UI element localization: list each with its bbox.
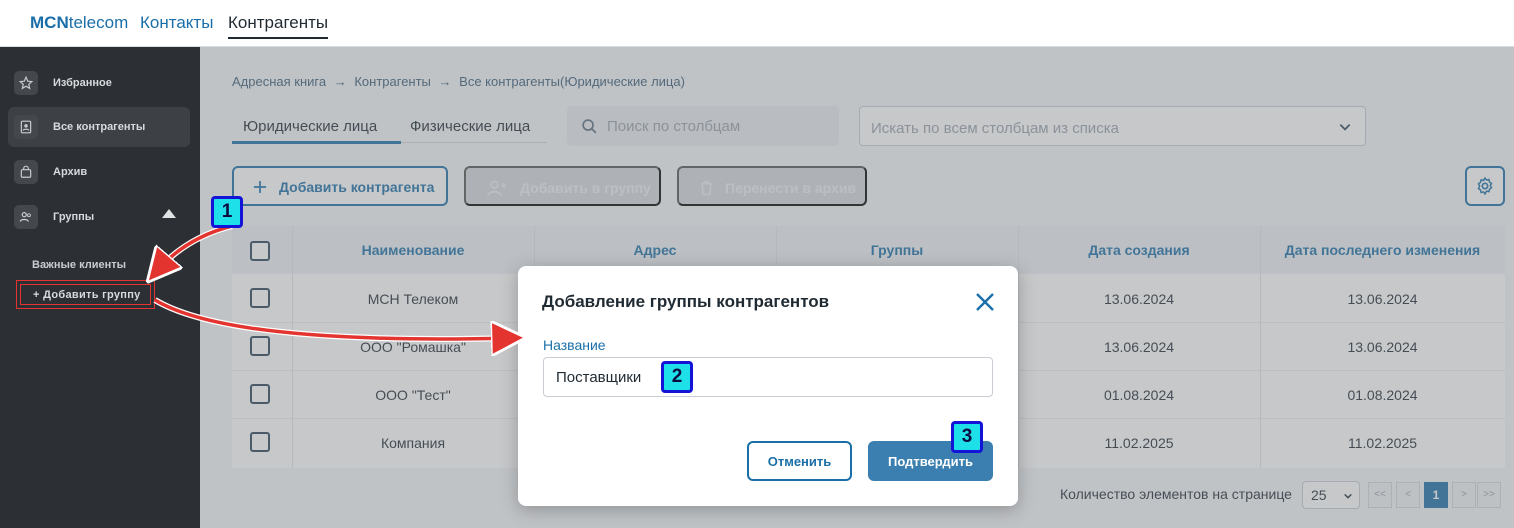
group-name-input[interactable] <box>543 357 993 397</box>
mcn-telecom-logo[interactable]: MCNtelecom <box>30 13 128 33</box>
dialog-title: Добавление группы контрагентов <box>542 292 830 311</box>
close-icon <box>976 293 994 311</box>
nav-contacts-link[interactable]: Контакты <box>140 13 213 33</box>
sidebar-item-label: Избранное <box>53 77 112 89</box>
archive-bag-icon <box>14 160 38 184</box>
add-group-highlight: + Добавить группу <box>16 280 155 309</box>
sidebar-item-groups[interactable]: Группы <box>8 197 190 237</box>
collapse-arrow-icon[interactable] <box>162 209 176 218</box>
sidebar-item-archive[interactable]: Архив <box>8 152 190 192</box>
contact-card-icon <box>14 115 38 139</box>
close-button[interactable] <box>973 290 997 314</box>
sidebar-item-favorites[interactable]: Избранное <box>8 63 190 103</box>
name-field-label: Название <box>543 337 606 353</box>
nav-counterparties-link[interactable]: Контрагенты <box>228 13 329 39</box>
sidebar-item-label: Архив <box>53 166 88 178</box>
top-navigation-bar: MCNtelecom Контакты Контрагенты <box>0 0 1514 47</box>
cancel-button[interactable]: Отменить <box>747 441 852 481</box>
add-group-button[interactable]: + Добавить группу <box>20 284 151 305</box>
callout-badge-2: 2 <box>661 361 693 393</box>
sidebar-subgroup-important-clients[interactable]: Важные клиенты <box>32 259 126 271</box>
callout-badge-1: 1 <box>211 196 243 228</box>
sidebar-item-label: Группы <box>53 211 95 223</box>
sidebar-item-all-counterparties[interactable]: Все контрагенты <box>8 107 190 147</box>
add-group-dialog: Добавление группы контрагентов Название … <box>518 266 1018 506</box>
star-icon <box>14 71 38 95</box>
group-users-icon <box>14 205 38 229</box>
callout-badge-3: 3 <box>951 421 983 453</box>
sidebar-item-label: Все контрагенты <box>53 121 146 133</box>
